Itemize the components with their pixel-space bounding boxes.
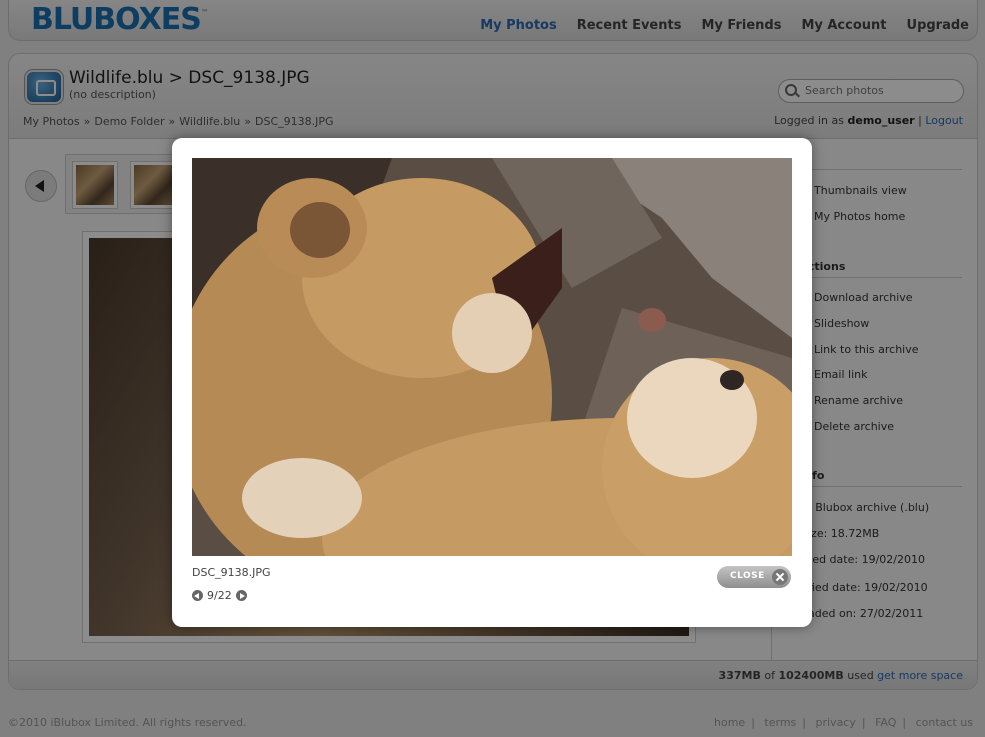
close-button[interactable]: CLOSE <box>717 566 791 588</box>
close-label: CLOSE <box>730 571 765 581</box>
lightbox-photo <box>192 158 792 556</box>
lightbox-navigation: 9/22 <box>192 589 247 602</box>
next-photo-icon[interactable] <box>235 590 247 601</box>
previous-photo-icon[interactable] <box>192 590 203 601</box>
lightbox-caption: DSC_9138.JPG <box>192 566 271 579</box>
photo-lightbox: DSC_9138.JPG 9/22 CLOSE <box>172 138 812 627</box>
photo-counter: 9/22 <box>207 589 232 602</box>
lion-cubs-photo <box>192 158 792 556</box>
close-icon <box>772 569 788 585</box>
